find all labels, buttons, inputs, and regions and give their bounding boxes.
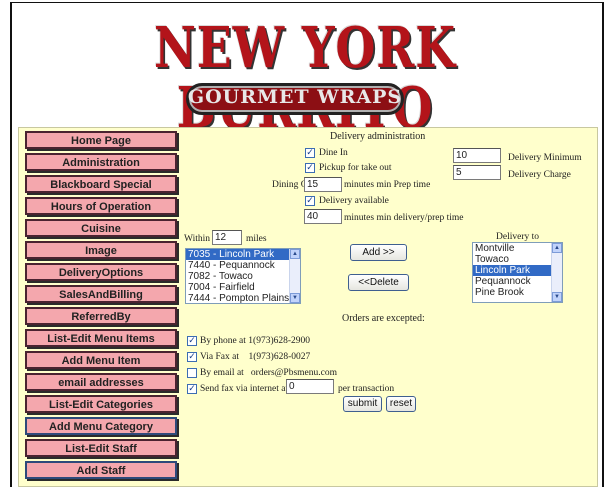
town-option[interactable]: 7440 - Pequannock [186, 260, 300, 271]
sidebar-nav: Home Page Administration Blackboard Spec… [22, 131, 180, 483]
nav-cuisine[interactable]: Cuisine [25, 219, 177, 237]
scroll-up-icon[interactable]: ▲ [290, 249, 300, 259]
prep-time-input[interactable]: 15 [304, 177, 342, 192]
pickup-label: Pickup for take out [319, 163, 392, 173]
within-label: Within [184, 234, 211, 244]
scrollbar[interactable]: ▲ ▼ [289, 249, 300, 303]
prep-time-label: minutes min Prep time [344, 180, 431, 190]
dine-in-label: Dine In [319, 148, 348, 158]
via-fax-checkbox[interactable]: ✓ [187, 352, 197, 362]
available-towns-list[interactable]: 7035 - Lincoln Park 7440 - Pequannock 70… [185, 248, 301, 304]
town-option[interactable]: 7444 - Pompton Plains [186, 293, 300, 303]
miles-label: miles [246, 234, 267, 244]
delivery-available-label: Delivery available [319, 196, 389, 206]
dine-in-checkbox[interactable]: ✓ [305, 148, 315, 158]
delivery-prep-input[interactable]: 40 [304, 209, 342, 224]
town-option[interactable]: 7082 - Towaco [186, 271, 300, 282]
nav-email-addresses[interactable]: email addresses [25, 373, 177, 391]
nav-list-edit-categories[interactable]: List-Edit Categories [25, 395, 177, 413]
nav-home-page[interactable]: Home Page [25, 131, 177, 149]
nav-list-edit-menu-items[interactable]: List-Edit Menu Items [25, 329, 177, 347]
delivery-charge-input[interactable]: 5 [453, 165, 501, 180]
within-miles-input[interactable]: 12 [212, 230, 242, 245]
town-option[interactable]: 7004 - Fairfield [186, 282, 300, 293]
by-phone-label: By phone at 1(973)628-2900 [200, 336, 311, 346]
by-email-checkbox[interactable] [187, 368, 197, 378]
nav-add-staff[interactable]: Add Staff [25, 461, 177, 479]
send-fax-checkbox[interactable]: ✓ [187, 384, 197, 394]
nav-list-edit-staff[interactable]: List-Edit Staff [25, 439, 177, 457]
scrollbar[interactable]: ▲ ▼ [551, 243, 562, 302]
nav-image[interactable]: Image [25, 241, 177, 259]
delivery-admin-title: Delivery administration [330, 131, 426, 142]
delivery-town-option[interactable]: Montville [473, 243, 562, 254]
delivery-town-option[interactable]: Lincoln Park [473, 265, 562, 276]
scroll-down-icon[interactable]: ▼ [552, 292, 562, 302]
logo-subtitle: GOURMET WRAPS [187, 86, 403, 108]
delivery-town-option[interactable]: Pine Brook [473, 287, 562, 298]
nav-administration[interactable]: Administration [25, 153, 177, 171]
add-town-button[interactable]: Add >> [350, 244, 407, 261]
delivery-to-label: Delivery to [496, 232, 540, 242]
delivery-available-checkbox[interactable]: ✓ [305, 196, 315, 206]
scroll-up-icon[interactable]: ▲ [552, 243, 562, 253]
delivery-prep-label: minutes min delivery/prep time [344, 213, 464, 223]
logo-title: NEW YORK BURRITO [154, 15, 456, 138]
pickup-checkbox[interactable]: ✓ [305, 163, 315, 173]
nav-referred-by[interactable]: ReferredBy [25, 307, 177, 325]
nav-blackboard-special[interactable]: Blackboard Special [25, 175, 177, 193]
scroll-down-icon[interactable]: ▼ [290, 293, 300, 303]
fax-cost-input[interactable]: 0 [286, 379, 334, 394]
delete-town-button[interactable]: <<Delete [348, 274, 409, 291]
orders-title: Orders are excepted: [342, 313, 425, 324]
delivery-town-option[interactable]: Towaco [473, 254, 562, 265]
town-option[interactable]: 7035 - Lincoln Park [186, 249, 300, 260]
via-fax-label: Via Fax at 1(973)628-0027 [200, 352, 311, 362]
delivery-to-list[interactable]: Montville Towaco Lincoln Park Pequannock… [472, 242, 563, 303]
nav-add-menu-category[interactable]: Add Menu Category [25, 417, 177, 435]
delivery-admin-form: Delivery administration ✓ Dine In ✓ Pick… [180, 127, 598, 487]
reset-button[interactable]: reset [386, 396, 416, 412]
by-email-label: By email at orders@Pbsmenu.com [200, 368, 337, 378]
delivery-charge-label: Delivery Charge [508, 170, 571, 180]
nav-sales-and-billing[interactable]: SalesAndBilling [25, 285, 177, 303]
nav-add-menu-item[interactable]: Add Menu Item [25, 351, 177, 369]
nav-delivery-options[interactable]: DeliveryOptions [25, 263, 177, 281]
nav-hours-of-operation[interactable]: Hours of Operation [25, 197, 177, 215]
logo: NEW YORK BURRITO GOURMET WRAPS [0, 0, 608, 138]
submit-button[interactable]: submit [343, 396, 382, 412]
send-fax-label: Send fax via internet at: [200, 384, 291, 394]
by-phone-checkbox[interactable]: ✓ [187, 336, 197, 346]
delivery-minimum-label: Delivery Minimum [508, 153, 582, 163]
delivery-minimum-input[interactable]: 10 [453, 148, 501, 163]
delivery-town-option[interactable]: Pequannock [473, 276, 562, 287]
per-transaction-label: per transaction [338, 384, 395, 394]
